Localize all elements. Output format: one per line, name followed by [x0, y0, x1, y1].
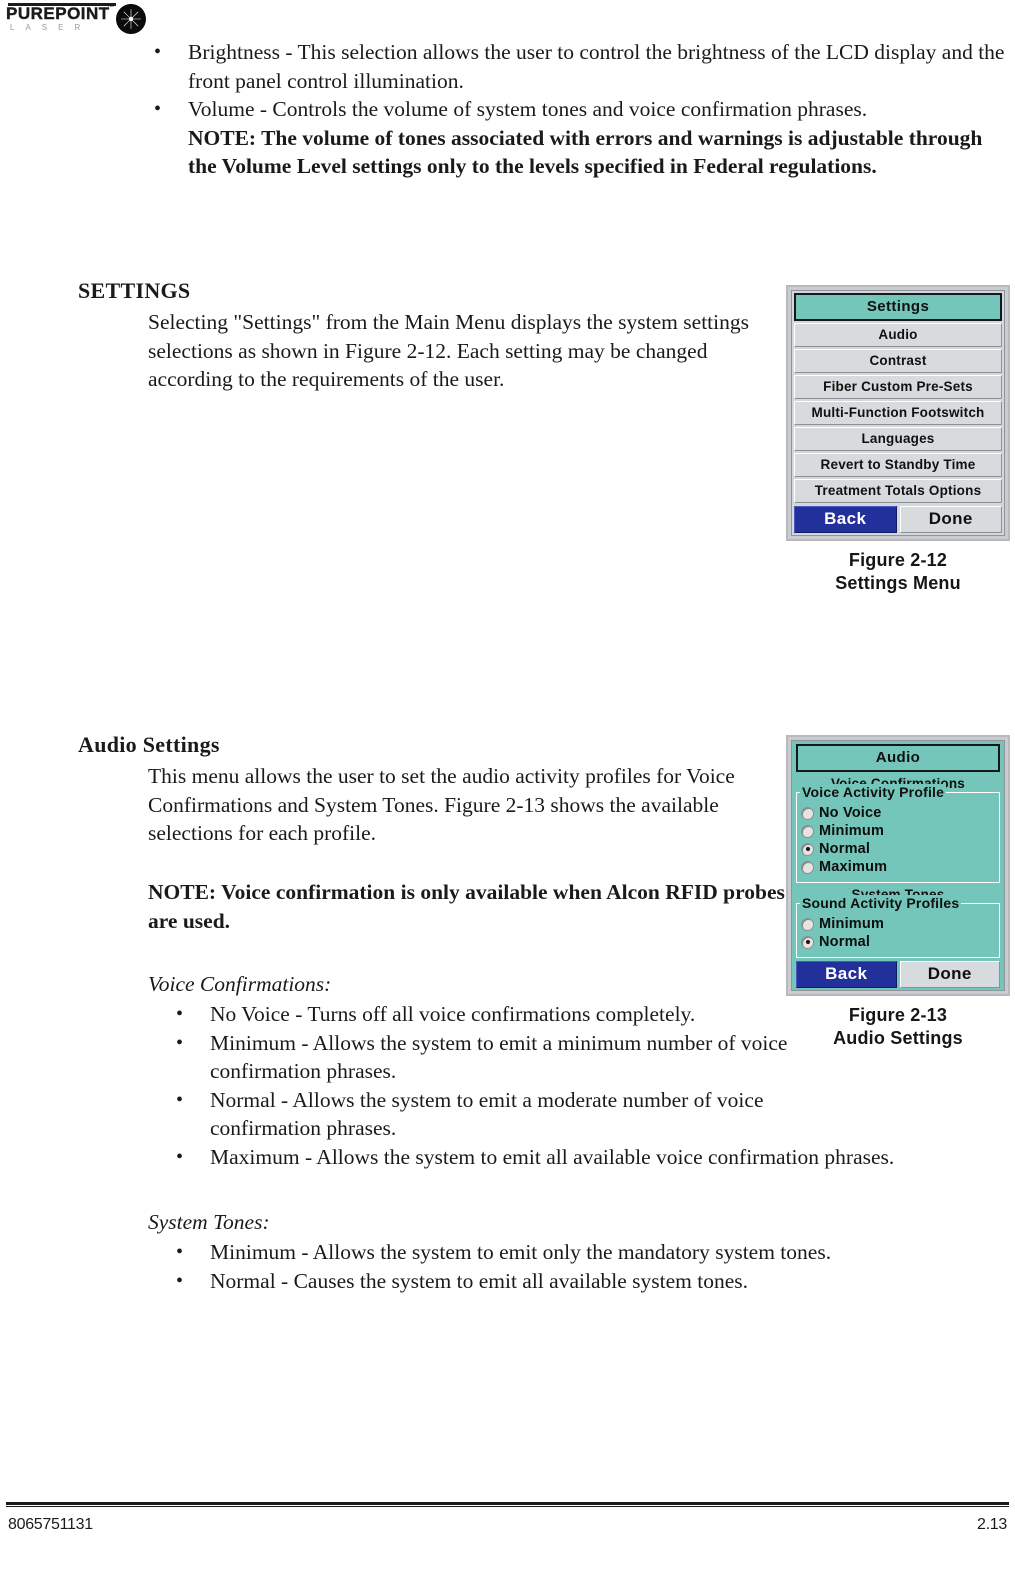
list-item: Volume - Controls the volume of system t…	[126, 95, 1006, 181]
bullet-text: Brightness - This selection allows the u…	[188, 40, 1005, 93]
radio-icon-selected[interactable]	[801, 842, 814, 856]
audio-settings-note: NOTE: Voice confirmation is only availab…	[148, 880, 785, 933]
back-button[interactable]: Back	[796, 961, 897, 988]
voice-confirmations-subheading: Voice Confirmations:	[148, 972, 332, 996]
settings-section-heading: SETTINGS	[78, 278, 191, 303]
settings-menu-inner: Settings Audio Contrast Fiber Custom Pre…	[791, 290, 1005, 536]
audio-screen-title: Audio	[796, 744, 1000, 772]
figure-2-12-caption-line2: Settings Menu	[835, 573, 961, 593]
bullet-text: Normal - Causes the system to emit all a…	[210, 1268, 748, 1293]
radio-icon[interactable]	[801, 917, 814, 931]
bullet-text: Minimum - Allows the system to emit a mi…	[210, 1030, 788, 1084]
radio-label: Maximum	[819, 859, 888, 875]
sound-activity-profiles-legend: Sound Activity Profiles	[800, 895, 962, 911]
bullet-text: No Voice - Turns off all voice confirmat…	[210, 1002, 696, 1026]
figure-2-12: Settings Audio Contrast Fiber Custom Pre…	[786, 285, 1010, 595]
menu-item-languages[interactable]: Languages	[794, 427, 1002, 451]
page-number: 2.13	[977, 1516, 1007, 1533]
volume-note-text: NOTE: The volume of tones associated wit…	[188, 125, 983, 179]
radio-icon[interactable]	[801, 806, 814, 820]
figure-2-12-caption: Figure 2-12 Settings Menu	[786, 549, 1010, 595]
starburst-orb-icon	[116, 4, 146, 34]
radio-option-normal-tones[interactable]: Normal	[801, 934, 995, 950]
radio-label: Minimum	[819, 916, 885, 932]
voice-activity-profile-legend: Voice Activity Profile	[800, 784, 947, 800]
intro-bullet-list: Brightness - This selection allows the u…	[126, 38, 1006, 181]
bullet-text: Normal - Allows the system to emit a mod…	[210, 1087, 764, 1141]
sound-activity-profiles-fieldset: Sound Activity Profiles Minimum Normal	[796, 895, 1000, 958]
voice-activity-profile-fieldset: Voice Activity Profile No Voice Minimum …	[796, 784, 1000, 883]
radio-icon[interactable]	[801, 824, 814, 838]
done-button[interactable]: Done	[899, 506, 1002, 533]
bullet-text: Maximum - Allows the system to emit all …	[210, 1144, 895, 1169]
list-item: Normal - Allows the system to emit a mod…	[148, 1086, 850, 1143]
settings-menu-title: Settings	[794, 293, 1002, 321]
logo-trademark-symbol: ™	[107, 4, 114, 11]
audio-settings-inner: Audio Voice Confirmations Voice Activity…	[791, 740, 1005, 991]
list-item: Minimum - Allows the system to emit only…	[148, 1238, 1008, 1267]
logo-laser-text: LASER	[10, 23, 92, 32]
list-item: Normal - Causes the system to emit all a…	[148, 1267, 1008, 1296]
audio-settings-screen: Audio Voice Confirmations Voice Activity…	[786, 735, 1010, 996]
purepoint-laser-logo: PUREPOINT ™ LASER	[6, 2, 151, 36]
bullet-text: Volume - Controls the volume of system t…	[188, 97, 868, 121]
settings-section-paragraph: Selecting "Settings" from the Main Menu …	[148, 310, 749, 391]
radio-label: Normal	[819, 841, 871, 857]
footer-divider	[6, 1502, 1009, 1507]
settings-menu-button-row: Back Done	[794, 506, 1002, 533]
menu-item-treatment-totals-options[interactable]: Treatment Totals Options	[794, 479, 1002, 503]
document-number: 8065751131	[8, 1516, 93, 1533]
bullet-text: Minimum - Allows the system to emit only…	[210, 1240, 832, 1264]
menu-item-revert-to-standby-time[interactable]: Revert to Standby Time	[794, 453, 1002, 477]
done-button[interactable]: Done	[899, 961, 1000, 988]
settings-menu-screen: Settings Audio Contrast Fiber Custom Pre…	[786, 285, 1010, 541]
radio-label: Minimum	[819, 823, 885, 839]
starburst-icon	[121, 9, 141, 29]
radio-label: No Voice	[819, 805, 882, 821]
radio-option-normal-voice[interactable]: Normal	[801, 841, 995, 857]
figure-2-12-caption-line1: Figure 2-12	[848, 550, 948, 570]
radio-option-maximum-voice[interactable]: Maximum	[801, 859, 995, 875]
audio-settings-paragraph: This menu allows the user to set the aud…	[148, 764, 735, 845]
radio-option-minimum-voice[interactable]: Minimum	[801, 823, 995, 839]
audio-screen-button-row: Back Done	[796, 961, 1000, 988]
figure-2-13: Audio Voice Confirmations Voice Activity…	[786, 735, 1010, 1050]
figure-2-13-caption-line2: Audio Settings	[833, 1028, 963, 1048]
back-button[interactable]: Back	[794, 506, 897, 533]
menu-item-contrast[interactable]: Contrast	[794, 349, 1002, 373]
figure-2-13-caption: Figure 2-13 Audio Settings	[786, 1004, 1010, 1050]
logo-purepoint-text: PUREPOINT	[6, 4, 110, 23]
radio-icon[interactable]	[801, 860, 814, 874]
menu-item-audio[interactable]: Audio	[794, 323, 1002, 347]
figure-2-13-caption-line1: Figure 2-13	[848, 1005, 948, 1025]
radio-icon-selected[interactable]	[801, 935, 814, 949]
list-item: Brightness - This selection allows the u…	[126, 38, 1006, 95]
system-tones-subheading: System Tones:	[148, 1210, 270, 1234]
system-tones-bullet-list: Minimum - Allows the system to emit only…	[148, 1238, 1008, 1295]
radio-option-no-voice[interactable]: No Voice	[801, 805, 995, 821]
radio-option-minimum-tones[interactable]: Minimum	[801, 916, 995, 932]
audio-settings-heading: Audio Settings	[78, 732, 220, 757]
radio-label: Normal	[819, 934, 871, 950]
list-item: Minimum - Allows the system to emit a mi…	[148, 1029, 830, 1086]
menu-item-fiber-custom-pre-sets[interactable]: Fiber Custom Pre-Sets	[794, 375, 1002, 399]
menu-item-multi-function-footswitch[interactable]: Multi-Function Footswitch	[794, 401, 1002, 425]
list-item: Maximum - Allows the system to emit all …	[148, 1143, 1008, 1172]
